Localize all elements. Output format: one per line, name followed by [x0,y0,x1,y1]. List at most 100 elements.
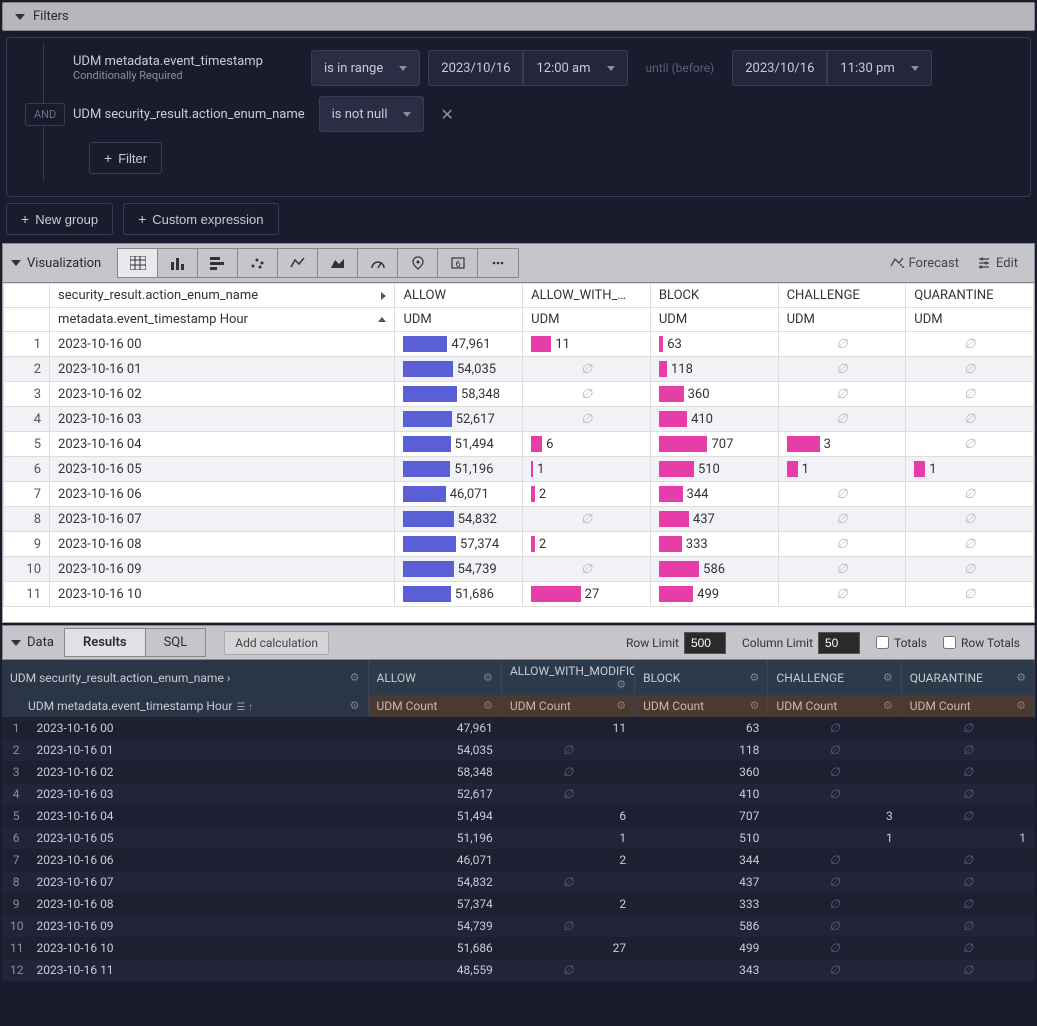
custom-expression-button[interactable]: + Custom expression [123,203,278,235]
viz-meas-block[interactable]: UDM [650,308,778,332]
data-cell: ∅ [906,482,1034,507]
gear-icon[interactable]: ⚙ [616,678,626,691]
gear-icon[interactable]: ⚙ [883,671,893,684]
data-cell: 54,832 [395,507,523,532]
add-calculation-button[interactable]: Add calculation [224,631,329,655]
viz-col-challenge[interactable]: CHALLENGE [778,284,906,308]
data-meas-quarantine[interactable]: UDM Count⚙ [901,695,1034,717]
row-totals-checkbox[interactable] [943,636,956,649]
row-number: 7 [2,849,28,871]
filter1-time-from[interactable]: 12:00 am [523,50,627,86]
tab-sql[interactable]: SQL [146,629,206,656]
column-viz-icon[interactable] [158,249,198,277]
data-col-block[interactable]: BLOCK⚙ [635,660,768,695]
viz-col-allowmod[interactable]: ALLOW_WITH_… [523,284,651,308]
forecast-button[interactable]: Forecast [890,256,959,271]
scatter-viz-icon[interactable] [238,249,278,277]
map-viz-icon[interactable] [398,249,438,277]
row-label: 2023-10-16 07 [50,507,395,532]
viz-col-block[interactable]: BLOCK [650,284,778,308]
viz-hdr2-text: metadata.event_timestamp Hour [58,312,248,327]
data-meas-allow[interactable]: UDM Count⚙ [368,695,501,717]
edit-button[interactable]: Edit [977,256,1018,271]
filters-panel-header[interactable]: Filters [2,2,1035,31]
data-pivot-field-header[interactable]: UDM security_result.action_enum_name ›⚙ [2,660,368,695]
gear-icon[interactable]: ⚙ [750,699,760,712]
data-cell: ∅ [523,557,651,582]
data-meas-block[interactable]: UDM Count⚙ [635,695,768,717]
more-viz-icon[interactable] [478,249,518,277]
gear-icon[interactable]: ⚙ [483,699,493,712]
row-limit-input[interactable] [684,632,726,654]
viz-col-allow[interactable]: ALLOW [395,284,523,308]
viz-meas-allowmod[interactable]: UDM [523,308,651,332]
data-cell: 586 [635,915,768,937]
data-cell: ∅ [901,849,1034,871]
new-group-button[interactable]: + New group [6,203,113,235]
tab-results[interactable]: Results [65,629,146,656]
data-col-allowmod[interactable]: ALLOW_WITH_MODIFICATION⚙ [501,660,634,695]
filter1-date-from[interactable]: 2023/10/16 [428,50,523,86]
data-cell: ∅ [778,532,906,557]
table-row: 72023-10-16 0646,0712344∅∅ [4,482,1034,507]
until-label: until (before) [636,61,725,75]
viz-meas-challenge[interactable]: UDM [778,308,906,332]
viz-col-quarantine[interactable]: QUARANTINE [906,284,1034,308]
gear-icon[interactable]: ⚙ [350,671,360,684]
data-cell: 46,071 [395,482,523,507]
filter1-date-to[interactable]: 2023/10/16 [732,50,827,86]
gear-icon[interactable]: ⚙ [1016,671,1026,684]
data-cell: ∅ [768,849,901,871]
gear-icon[interactable]: ⚙ [1016,699,1026,712]
gear-icon[interactable]: ⚙ [483,671,493,684]
viz-pivot-field-header[interactable]: security_result.action_enum_name [50,284,395,308]
data-dim-field-header[interactable]: UDM metadata.event_timestamp Hour☰ ↑⚙ [2,695,368,717]
data-col-challenge[interactable]: CHALLENGE⚙ [768,660,901,695]
gear-icon[interactable]: ⚙ [750,671,760,684]
svg-text:6: 6 [455,260,460,270]
gear-icon[interactable]: ⚙ [616,699,626,712]
and-chip[interactable]: AND [25,103,65,126]
custom-expr-label: Custom expression [152,212,263,227]
viz-meas-quarantine[interactable]: UDM [906,308,1034,332]
viz-dim-field-header[interactable]: metadata.event_timestamp Hour [50,308,395,332]
data-meas-allowmod[interactable]: UDM Count⚙ [501,695,634,717]
filter1-field-block: UDM metadata.event_timestamp Conditional… [73,54,303,82]
bar-viz-icon[interactable] [198,249,238,277]
row-number: 6 [2,827,28,849]
line-viz-icon[interactable] [278,249,318,277]
row-number: 11 [4,582,50,607]
table-viz-icon[interactable] [118,249,158,277]
add-filter-button[interactable]: + Filter [89,142,162,174]
filter1-date-from-text: 2023/10/16 [441,61,510,76]
data-scroll[interactable]: UDM security_result.action_enum_name ›⚙ … [2,660,1035,984]
filter1-operator[interactable]: is in range [311,50,420,86]
table-row: 122023-10-16 1148,559∅343∅∅ [2,959,1035,981]
gauge-viz-icon[interactable] [358,249,398,277]
totals-checkbox[interactable] [876,636,889,649]
viz-meas-allow[interactable]: UDM [395,308,523,332]
data-panel-header[interactable]: Data Results SQL Add calculation Row Lim… [2,625,1035,660]
filter2-operator[interactable]: is not null [319,96,425,132]
data-cell: 1 [901,827,1034,849]
data-cell: 707 [635,805,768,827]
single-value-viz-icon[interactable]: 6 [438,249,478,277]
data-meas-challenge[interactable]: UDM Count⚙ [768,695,901,717]
viz-body: security_result.action_enum_name ALLOW A… [2,283,1035,623]
data-col-allow[interactable]: ALLOW⚙ [368,660,501,695]
remove-filter-button[interactable]: ✕ [432,101,461,128]
new-group-label: New group [35,212,98,227]
viz-scroll[interactable]: security_result.action_enum_name ALLOW A… [3,283,1034,622]
gear-icon[interactable]: ⚙ [883,699,893,712]
col-limit-input[interactable] [818,632,860,654]
gear-icon[interactable]: ⚙ [350,699,360,712]
data-cell: 1 [501,827,634,849]
filter1-time-to[interactable]: 11:30 pm [827,50,931,86]
data-cell: ∅ [778,357,906,382]
data-cell: 54,832 [368,871,501,893]
data-cell: 2 [501,893,634,915]
data-col-quarantine[interactable]: QUARANTINE⚙ [901,660,1034,695]
caret-down-icon [11,260,21,266]
visualization-panel-header[interactable]: Visualization [2,243,1035,283]
area-viz-icon[interactable] [318,249,358,277]
